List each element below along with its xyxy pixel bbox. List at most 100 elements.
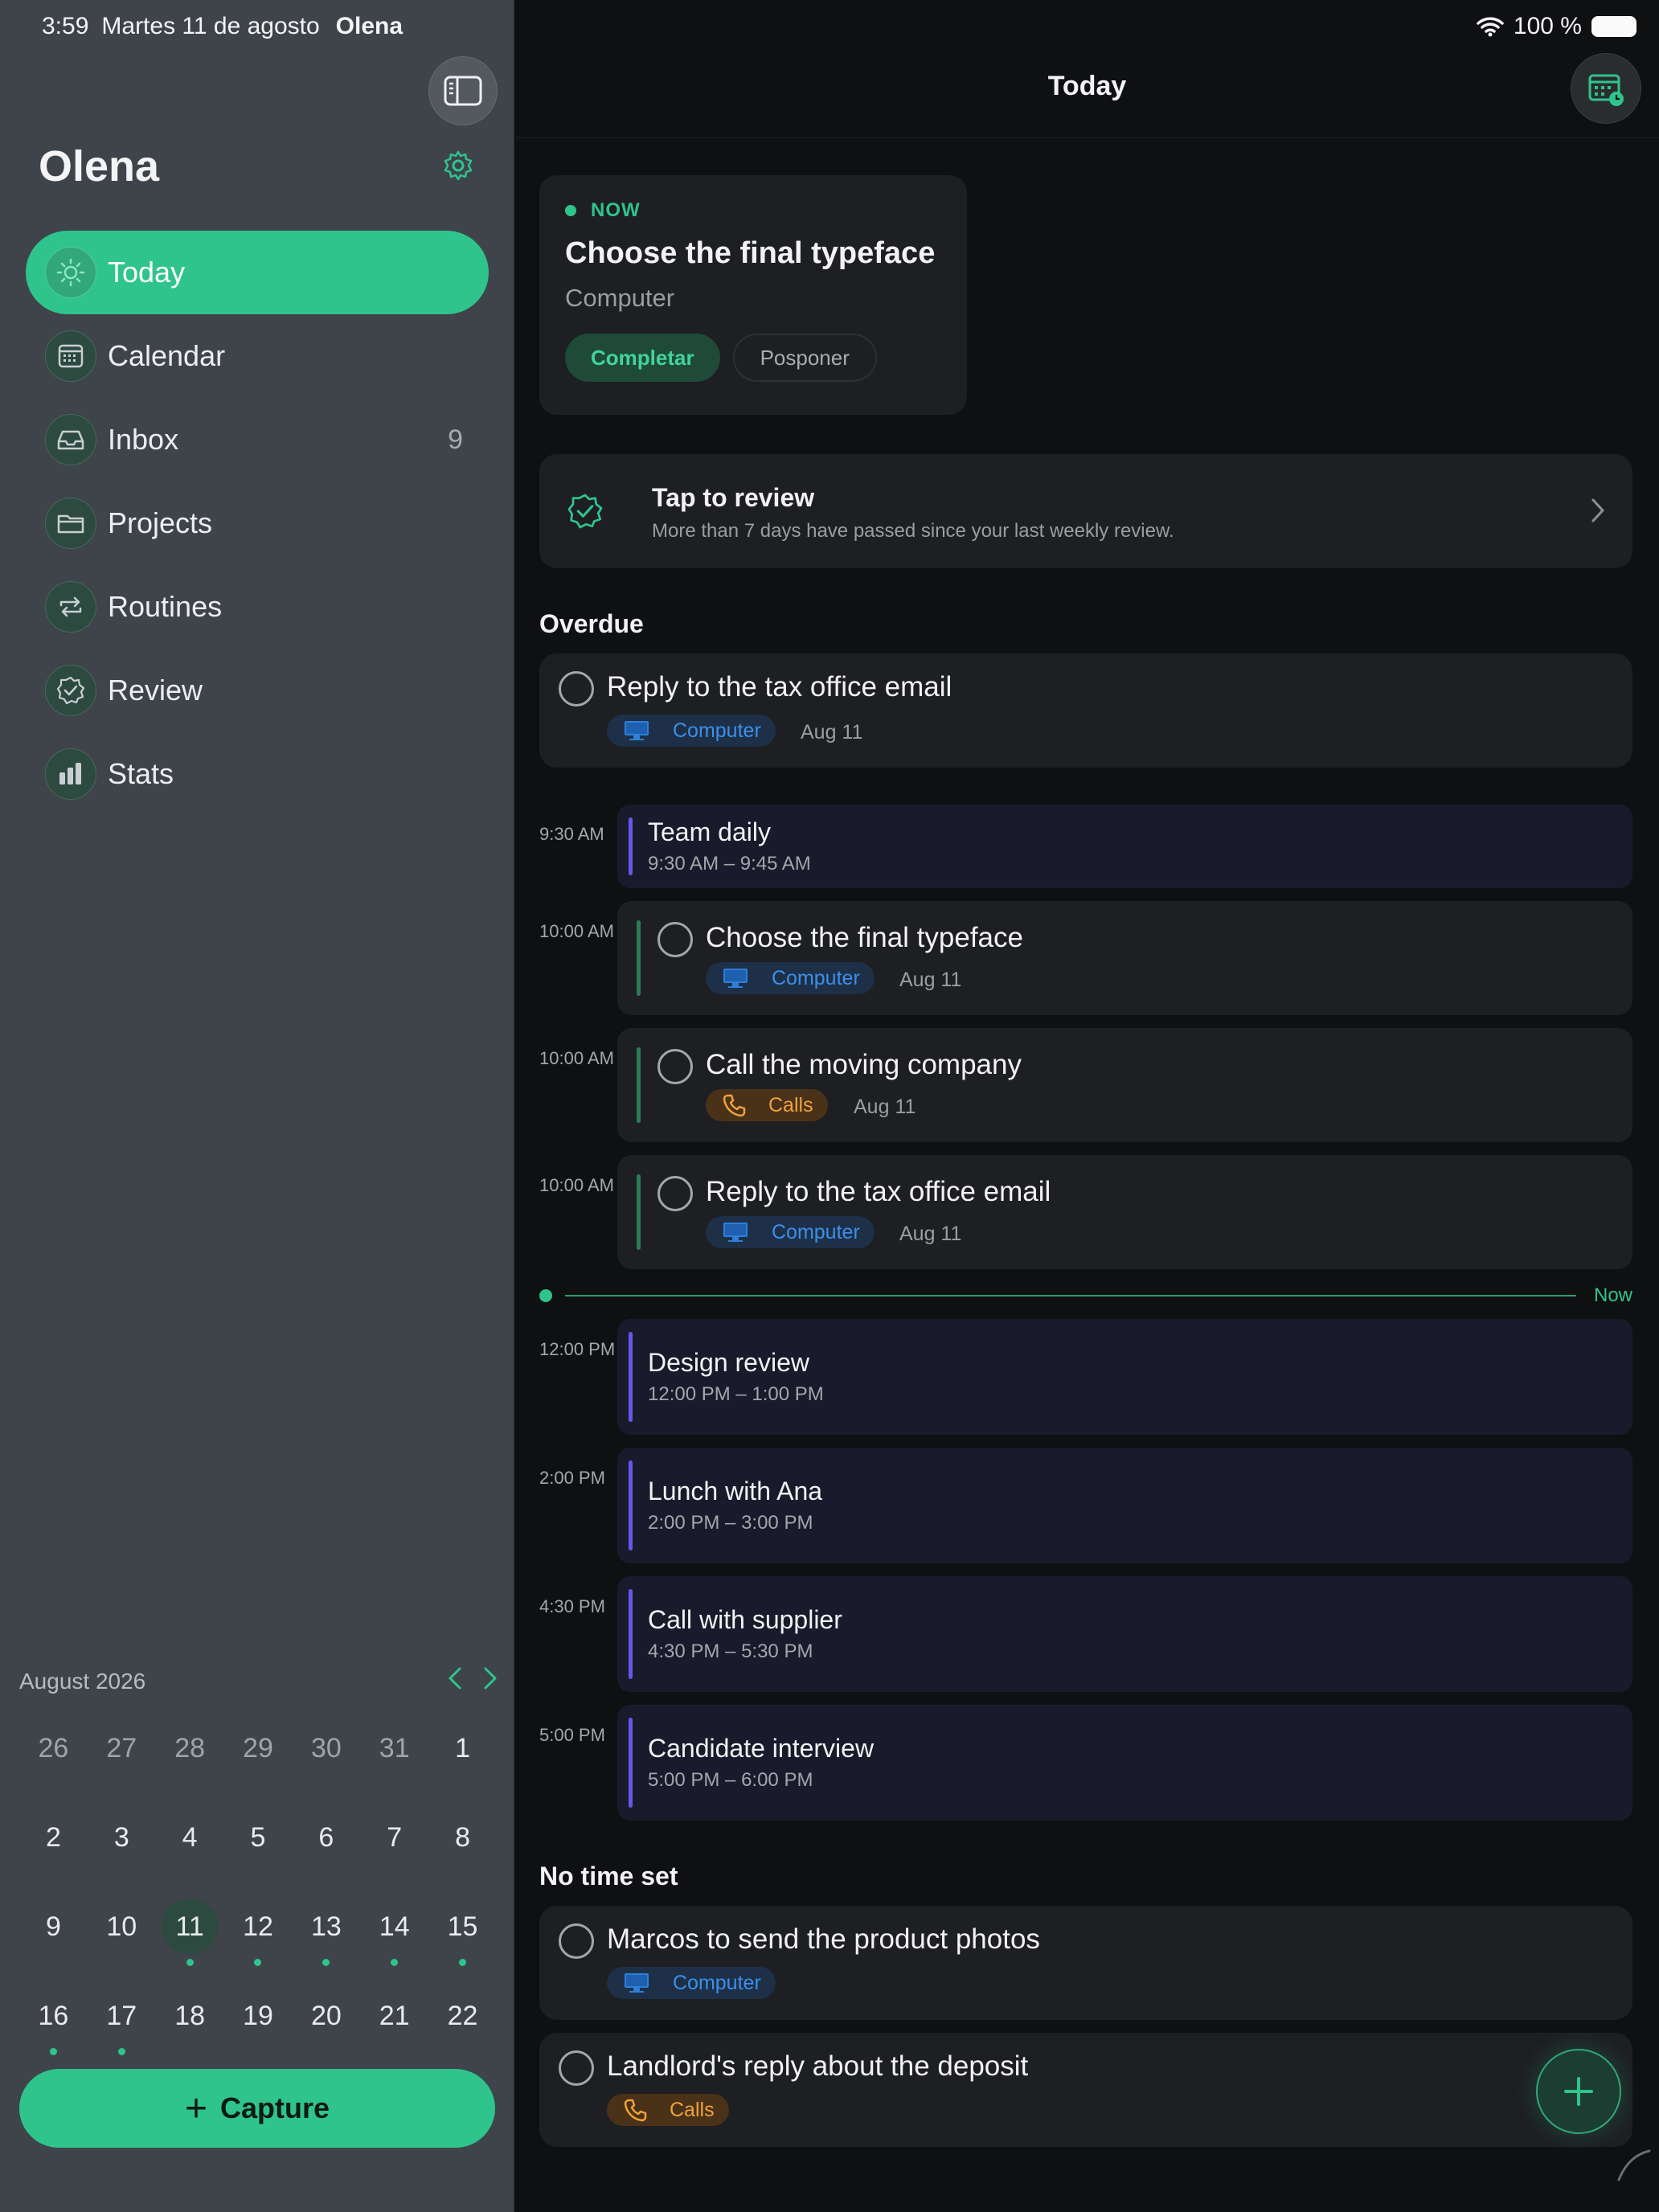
calendar-day[interactable]: 7 [360, 1809, 428, 1866]
calendar-day[interactable]: 14 [360, 1899, 428, 1966]
task-checkbox[interactable] [657, 1049, 693, 1084]
chevron-right-icon[interactable] [479, 1664, 502, 1693]
context-chip-calls: Calls [706, 1089, 828, 1121]
event-card[interactable]: Call with supplier 4:30 PM – 5:30 PM [617, 1576, 1632, 1692]
chevron-left-icon[interactable] [444, 1664, 466, 1693]
task-checkbox[interactable] [559, 2050, 594, 2086]
event-card[interactable]: Candidate interview 5:00 PM – 6:00 PM [617, 1705, 1632, 1821]
gear-icon[interactable] [442, 150, 474, 182]
sidebar-item-routines[interactable]: Routines [26, 565, 489, 649]
event-card[interactable]: Team daily 9:30 AM – 9:45 AM [617, 805, 1632, 888]
task-title: Choose the final typeface [706, 922, 1023, 953]
sidebar-item-calendar[interactable]: Calendar [26, 314, 489, 398]
chevron-right-icon [1591, 498, 1604, 522]
sidebar-item-today[interactable]: Today [26, 231, 489, 314]
calendar-day[interactable]: 30 [292, 1720, 360, 1776]
now-card[interactable]: NOW Choose the final typeface Computer C… [539, 175, 967, 415]
postpone-button[interactable]: Posponer [732, 334, 877, 382]
calendar-schedule-button[interactable] [1571, 53, 1641, 124]
task-checkbox[interactable] [657, 922, 693, 957]
calendar-day[interactable]: 21 [360, 1988, 428, 2044]
time-label: 2:00 PM [539, 1468, 605, 1488]
event-time-range: 2:00 PM – 3:00 PM [648, 1512, 813, 1534]
context-chip-computer: Computer [607, 715, 776, 747]
calendar-day[interactable]: 27 [88, 1720, 156, 1776]
event-card[interactable]: Lunch with Ana 2:00 PM – 3:00 PM [617, 1448, 1632, 1563]
sidebar-item-inbox[interactable]: Inbox 9 [26, 398, 489, 481]
now-indicator: Now [539, 1284, 1632, 1306]
time-label: 10:00 AM [539, 1048, 614, 1068]
calendar-day[interactable]: 29 [224, 1720, 293, 1776]
time-label: 9:30 AM [539, 824, 604, 844]
calendar-day[interactable]: 12 [224, 1899, 293, 1966]
calendar-day[interactable]: 1 [428, 1720, 497, 1776]
phone-icon [624, 2099, 647, 2122]
sidebar-item-stats[interactable]: Stats [26, 732, 489, 816]
battery-icon [1591, 16, 1636, 37]
check-badge-icon [45, 665, 96, 716]
calendar-day[interactable]: 17 [88, 1988, 156, 2055]
event-card[interactable]: Design review 12:00 PM – 1:00 PM [617, 1319, 1632, 1435]
calendar-day[interactable]: 20 [292, 1988, 360, 2044]
overdue-task[interactable]: Reply to the tax office email Computer A… [539, 653, 1632, 768]
calendar-day[interactable]: 28 [156, 1720, 224, 1776]
complete-button[interactable]: Completar [565, 334, 720, 382]
event-dot [391, 1959, 399, 1966]
task-date: Aug 11 [899, 969, 962, 991]
now-task-title: Choose the final typeface [565, 236, 936, 270]
calendar-day[interactable]: 31 [360, 1720, 428, 1776]
calendar-day[interactable]: 8 [428, 1809, 497, 1866]
calendar-day[interactable]: 16 [19, 1988, 88, 2055]
plus-icon: + [184, 2087, 207, 2130]
calendar-day[interactable]: 10 [88, 1899, 156, 1955]
sidebar-item-projects[interactable]: Projects [26, 481, 489, 565]
task-title: Landlord's reply about the deposit [607, 2050, 1029, 2082]
monitor-icon [723, 969, 748, 988]
calendar-day[interactable]: 6 [292, 1809, 360, 1866]
task-checkbox[interactable] [559, 1923, 594, 1959]
status-time: 3:59 [42, 13, 89, 39]
event-title: Lunch with Ana [648, 1477, 823, 1505]
sun-icon [45, 247, 96, 298]
sidebar-item-label: Review [108, 674, 203, 707]
sidebar-toggle-button[interactable] [428, 56, 498, 125]
calendar-day[interactable]: 19 [224, 1988, 293, 2044]
calendar-day[interactable]: 4 [156, 1809, 224, 1866]
task-checkbox[interactable] [559, 671, 594, 707]
capture-button[interactable]: + Capture [19, 2069, 495, 2148]
scheduled-task[interactable]: Choose the final typeface Computer Aug 1… [617, 901, 1632, 1015]
review-banner[interactable]: Tap to review More than 7 days have pass… [539, 454, 1632, 568]
task-checkbox[interactable] [657, 1176, 693, 1211]
sidebar-toggle-icon [444, 76, 482, 106]
calendar-day[interactable]: 11 [156, 1899, 224, 1966]
calendar-day[interactable]: 3 [88, 1809, 156, 1866]
scheduled-task[interactable]: Reply to the tax office email Computer A… [617, 1155, 1632, 1269]
unscheduled-task[interactable]: Marcos to send the product photos Comput… [539, 1906, 1632, 2020]
calendar-day[interactable]: 18 [156, 1988, 224, 2044]
event-time-range: 9:30 AM – 9:45 AM [648, 853, 811, 875]
context-chip-computer: Computer [706, 1216, 875, 1248]
mini-calendar-header: August 2026 [19, 1667, 502, 1694]
calendar-day[interactable]: 15 [428, 1899, 497, 1966]
context-chip-calls: Calls [607, 2094, 729, 2126]
task-title: Reply to the tax office email [607, 671, 952, 703]
status-bar-right: 100 % [1477, 13, 1636, 40]
calendar-day[interactable]: 22 [428, 1988, 497, 2044]
calendar-day[interactable]: 26 [19, 1720, 88, 1776]
calendar-day[interactable]: 5 [224, 1809, 293, 1866]
no-time-heading: No time set [539, 1862, 678, 1890]
unscheduled-task[interactable]: Landlord's reply about the deposit Calls [539, 2033, 1632, 2147]
scheduled-task[interactable]: Call the moving company Calls Aug 11 [617, 1028, 1632, 1142]
calendar-day[interactable]: 2 [19, 1809, 88, 1866]
overdue-heading: Overdue [539, 609, 644, 638]
add-task-button[interactable] [1536, 2049, 1621, 2134]
main-panel: 100 % Today NOW Choose the final typefac… [515, 0, 1659, 2212]
time-label: 10:00 AM [539, 1175, 614, 1195]
sidebar-item-review[interactable]: Review [26, 649, 489, 732]
calendar-day[interactable]: 13 [292, 1899, 360, 1966]
event-title: Candidate interview [648, 1734, 875, 1763]
time-label: 12:00 PM [539, 1339, 616, 1359]
calendar-day[interactable]: 9 [19, 1899, 88, 1955]
inbox-icon [45, 414, 96, 465]
repeat-icon [45, 581, 96, 633]
